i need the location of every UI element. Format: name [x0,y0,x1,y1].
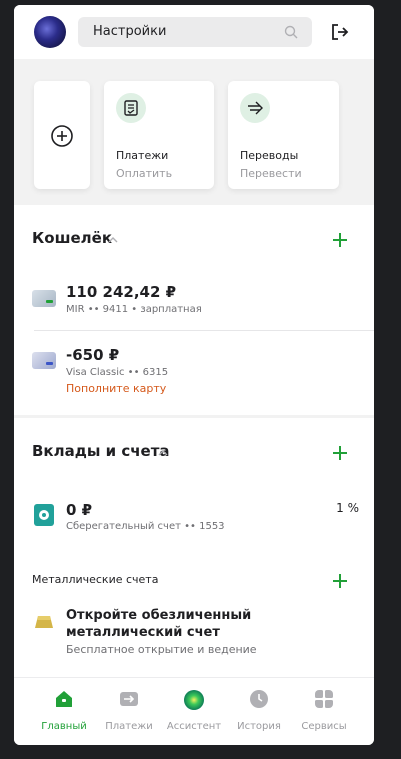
divider [34,330,374,331]
add-metal-account-icon[interactable] [332,573,348,589]
nav-services[interactable]: Сервисы [291,690,357,732]
nav-label: Сервисы [301,721,347,732]
search-placeholder: Настройки [93,24,167,39]
transfers-subtitle: Перевести [240,167,302,180]
nav-label: Ассистент [166,721,222,732]
metal-accounts-title: Металлические счета [32,573,159,586]
card-balance: -650 ₽ [66,346,120,364]
chevron-up-icon[interactable] [158,448,168,458]
logout-icon[interactable] [330,22,350,42]
plus-circle-icon [51,125,73,147]
safe-icon [34,504,54,526]
transfers-title: Переводы [240,149,299,162]
payments-subtitle: Оплатить [116,167,173,180]
top-up-warning[interactable]: Пополните карту [66,382,166,395]
payments-title: Платежи [116,149,169,162]
search-icon [284,25,298,39]
card-balance: 110 242,42 ₽ [66,283,177,301]
nav-history[interactable]: История [226,690,292,732]
gold-bar-icon [35,616,53,628]
nav-assistant[interactable]: Ассистент [161,690,227,732]
metal-offer-title: Откройте обезличенный металлический счет [66,608,252,640]
quick-actions: Платежи Оплатить Переводы Перевести [14,59,374,205]
visa-card-icon [32,352,56,369]
receipt-icon [116,93,146,123]
deposits-title[interactable]: Вклады и счета [32,442,170,460]
card-meta: MIR •• 9411 • зарплатная [66,304,202,315]
top-bar: Настройки [14,5,374,59]
app-screen: Настройки Платежи Оплатить Переводы Пере… [14,5,374,745]
add-deposit-icon[interactable] [332,445,348,461]
payments-icon [120,692,138,706]
grid-icon [315,690,333,708]
wallet-title[interactable]: Кошелёк [32,229,112,247]
avatar[interactable] [34,16,66,48]
interest-rate: 1 % [336,501,359,515]
add-action-button[interactable] [34,81,90,189]
nav-label: Главный [41,721,87,732]
clock-icon [250,690,268,708]
search-field[interactable]: Настройки [78,17,312,47]
bottom-navigation: Главный Платежи Ассистент История Сервис… [14,677,374,745]
card-meta: Visa Classic •• 6315 [66,367,169,378]
chevron-up-icon[interactable] [108,235,118,245]
account-balance: 0 ₽ [66,501,93,519]
transfers-action-card[interactable]: Переводы Перевести [228,81,339,189]
nav-label: Платежи [105,721,153,732]
wallet-section: Кошелёк 110 242,42 ₽ MIR •• 9411 • зарпл… [14,205,374,415]
payments-action-card[interactable]: Платежи Оплатить [104,81,214,189]
add-wallet-card-icon[interactable] [332,232,348,248]
account-meta: Сберегательный счет •• 1553 [66,521,225,532]
assistant-orb-icon [184,690,204,710]
nav-home[interactable]: Главный [31,690,97,732]
deposits-section: Вклады и счета 0 ₽ Сберегательный счет •… [14,418,374,683]
nav-payments[interactable]: Платежи [96,690,162,732]
nav-label: История [237,721,281,732]
metal-offer-subtitle: Бесплатное открытие и ведение [66,643,257,656]
transfer-arrow-icon [240,93,270,123]
home-icon [56,691,72,707]
mir-card-icon [32,290,56,307]
